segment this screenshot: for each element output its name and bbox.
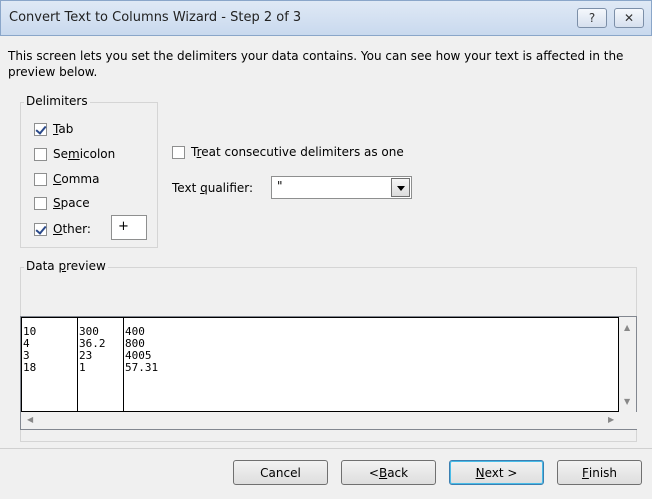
data-preview-pane[interactable]: 10 300 400 4 36.2 800 3 23 4005 18 1 57.31 ▲ ▼ ◀ ▶: [20, 316, 638, 430]
finish-button[interactable]: Finish: [557, 460, 642, 485]
chevron-down-icon[interactable]: [391, 178, 410, 197]
tab-label: Tab: [53, 122, 74, 136]
scroll-down-icon[interactable]: ▼: [624, 397, 630, 406]
text-qualifier-label: Text qualifier:: [172, 181, 254, 195]
scroll-right-icon[interactable]: ▶: [608, 415, 614, 424]
other-delimiter-input[interactable]: +: [111, 215, 147, 240]
consecutive-delimiters-checkbox[interactable]: Treat consecutive delimiters as one: [172, 145, 404, 159]
other-label: Other:: [53, 222, 91, 236]
cancel-button[interactable]: Cancel: [233, 460, 328, 485]
delimiters-legend: Delimiters: [24, 94, 90, 108]
semicolon-checkbox-box[interactable]: [34, 147, 47, 161]
consecutive-checkbox-box[interactable]: [172, 145, 185, 159]
preview-cell: 18: [23, 361, 37, 374]
tab-checkbox[interactable]: Tab: [34, 122, 73, 136]
horizontal-scrollbar[interactable]: ◀ ▶: [21, 412, 638, 429]
text-qualifier-dropdown[interactable]: ": [271, 176, 412, 199]
space-checkbox-box[interactable]: [34, 196, 47, 210]
consecutive-label: Treat consecutive delimiters as one: [191, 145, 404, 159]
scroll-up-icon[interactable]: ▲: [624, 323, 630, 332]
column-break-1[interactable]: [77, 318, 78, 411]
preview-cell: 57.31: [125, 361, 159, 374]
preview-cell: 1: [79, 361, 86, 374]
comma-checkbox-box[interactable]: [34, 172, 47, 186]
comma-checkbox[interactable]: Comma: [34, 172, 99, 186]
next-button[interactable]: Next >: [449, 460, 544, 485]
semicolon-checkbox[interactable]: Semicolon: [34, 147, 115, 161]
semicolon-label: Semicolon: [53, 147, 116, 161]
close-button[interactable]: ✕: [614, 8, 644, 28]
scroll-left-icon[interactable]: ◀: [27, 415, 33, 424]
title-bar: Convert Text to Columns Wizard - Step 2 …: [0, 0, 652, 36]
help-icon: ?: [588, 11, 596, 25]
help-button[interactable]: ?: [577, 8, 607, 28]
intro-text: This screen lets you set the delimiters …: [8, 49, 624, 79]
window-title: Convert Text to Columns Wizard - Step 2 …: [9, 10, 302, 25]
other-checkbox-box[interactable]: [34, 222, 47, 236]
text-qualifier-value: ": [277, 179, 283, 193]
preview-grid: 10 300 400 4 36.2 800 3 23 4005 18 1 57.31: [21, 317, 619, 412]
space-label: Space: [53, 196, 90, 210]
other-checkbox[interactable]: Other:: [34, 222, 91, 236]
space-checkbox[interactable]: Space: [34, 196, 90, 210]
data-preview-legend: Data preview: [24, 259, 108, 273]
comma-label: Comma: [53, 172, 100, 186]
button-separator: [0, 448, 652, 449]
tab-checkbox-box[interactable]: [34, 122, 47, 136]
back-button[interactable]: < Back: [341, 460, 436, 485]
column-break-2[interactable]: [123, 318, 124, 411]
vertical-scrollbar[interactable]: ▲ ▼: [619, 317, 636, 412]
close-icon: ✕: [623, 11, 635, 25]
